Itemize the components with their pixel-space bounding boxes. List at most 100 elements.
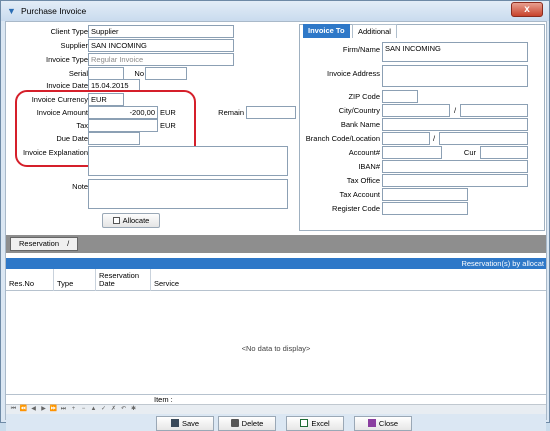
allocate-icon xyxy=(112,217,120,224)
footer-item-label: Item : xyxy=(154,395,173,404)
nav-insert-icon[interactable]: + xyxy=(69,405,78,414)
nav-last-icon[interactable]: ⏭ xyxy=(59,405,68,414)
remain-label: Remain xyxy=(218,108,244,117)
column-header-reservation-date[interactable]: Reservation Date xyxy=(96,269,151,291)
delete-button-label: Delete xyxy=(241,419,264,428)
bank-name-label: Bank Name xyxy=(340,120,380,129)
country-field[interactable] xyxy=(460,104,528,117)
app-icon: ▼ xyxy=(7,6,16,16)
cur-label: Cur xyxy=(463,148,476,157)
allocate-button-label: Allocate xyxy=(122,216,150,225)
city-country-label: City/Country xyxy=(338,106,380,115)
note-label: Note xyxy=(72,182,88,191)
grid-navigator: ⏮ ⏪ ◀ ▶ ⏩ ⏭ + − ▲ ✓ ✗ ↶ ✱ xyxy=(6,404,546,414)
remain-field[interactable] xyxy=(246,106,296,119)
tab-reservation-label: Reservation xyxy=(19,239,60,248)
tab-invoice-to[interactable]: Invoice To xyxy=(303,24,350,38)
close-button[interactable]: Close xyxy=(354,416,412,431)
invoice-address-label: Invoice Address xyxy=(327,69,380,78)
note-field[interactable] xyxy=(88,179,288,209)
invoice-date-label: Invoice Date xyxy=(46,81,88,90)
client-type-label: Client Type xyxy=(50,27,88,36)
title-bar[interactable]: ▼ Purchase Invoice x xyxy=(1,1,549,21)
amount-currency-unit: EUR xyxy=(160,108,176,117)
invoice-currency-field[interactable]: EUR xyxy=(88,93,124,106)
tax-label: Tax xyxy=(76,121,88,130)
column-header-type[interactable]: Type xyxy=(54,269,96,291)
excel-button-label: Excel xyxy=(311,419,330,428)
invoice-type-field[interactable]: Regular Invoice xyxy=(88,53,234,66)
nav-prev-page-icon[interactable]: ⏪ xyxy=(19,405,28,414)
tax-account-label: Tax Account xyxy=(339,190,380,199)
excel-button[interactable]: Excel xyxy=(286,416,344,431)
nav-next-page-icon[interactable]: ⏩ xyxy=(49,405,58,414)
client-type-field[interactable]: Supplier xyxy=(88,25,234,38)
grid-caption: Reservation(s) by allocat xyxy=(6,258,546,269)
save-button[interactable]: Save xyxy=(156,416,214,431)
nav-next-icon[interactable]: ▶ xyxy=(39,405,48,414)
tax-currency-unit: EUR xyxy=(160,121,176,130)
tax-office-field[interactable] xyxy=(382,174,528,187)
grid-footer: Item : xyxy=(6,394,546,404)
invoice-type-label: Invoice Type xyxy=(46,55,88,64)
delete-icon xyxy=(230,419,239,427)
form-area: Client Type Supplier Supplier SAN INCOMI… xyxy=(5,21,547,431)
zip-code-field[interactable] xyxy=(382,90,418,103)
branch-code-field[interactable] xyxy=(382,132,430,145)
nav-prev-icon[interactable]: ◀ xyxy=(29,405,38,414)
save-button-label: Save xyxy=(181,419,200,428)
tab-reservation[interactable]: Reservation / xyxy=(10,237,79,251)
bank-name-field[interactable] xyxy=(382,118,528,131)
nav-delete-icon[interactable]: − xyxy=(79,405,88,414)
register-code-field[interactable] xyxy=(382,202,468,215)
reservation-tab-bar: Reservation / xyxy=(6,235,546,253)
nav-edit-icon[interactable]: ▲ xyxy=(89,405,98,414)
supplier-label: Supplier xyxy=(60,41,88,50)
branch-location-separator: / xyxy=(433,134,436,143)
delete-button[interactable]: Delete xyxy=(218,416,276,431)
iban-field[interactable] xyxy=(382,160,528,173)
tax-account-field[interactable] xyxy=(382,188,468,201)
invoice-currency-label: Invoice Currency xyxy=(31,95,88,104)
no-field[interactable] xyxy=(145,67,187,80)
no-label: No xyxy=(134,69,144,78)
location-field[interactable] xyxy=(439,132,528,145)
cur-field[interactable] xyxy=(480,146,528,159)
city-country-separator: / xyxy=(454,106,457,115)
nav-filter-icon[interactable]: ✱ xyxy=(129,405,138,414)
iban-label: IBAN# xyxy=(358,162,380,171)
tax-field[interactable] xyxy=(88,119,158,132)
due-date-field[interactable] xyxy=(88,132,140,145)
save-icon xyxy=(170,419,179,427)
tax-office-label: Tax Office xyxy=(346,176,380,185)
invoice-amount-label: Invoice Amount xyxy=(36,108,88,117)
supplier-field[interactable]: SAN INCOMING xyxy=(88,39,234,52)
invoice-address-field[interactable] xyxy=(382,65,528,87)
branch-code-location-label: Branch Code/Location xyxy=(305,134,380,143)
nav-refresh-icon[interactable]: ↶ xyxy=(119,405,128,414)
close-door-icon xyxy=(367,419,376,427)
invoice-explanation-label: Invoice Explanation xyxy=(22,148,88,157)
allocate-button[interactable]: Allocate xyxy=(102,213,160,228)
nav-post-icon[interactable]: ✓ xyxy=(99,405,108,414)
window-title: Purchase Invoice xyxy=(21,6,87,16)
firm-name-field[interactable]: SAN INCOMING xyxy=(382,42,528,62)
nav-first-icon[interactable]: ⏮ xyxy=(9,405,18,414)
empty-grid-message: <No data to display> xyxy=(241,344,311,353)
close-window-button[interactable]: x xyxy=(511,2,543,17)
register-code-label: Register Code xyxy=(332,204,380,213)
excel-icon xyxy=(300,419,309,427)
reservation-grid[interactable]: <No data to display> xyxy=(6,291,546,394)
due-date-label: Due Date xyxy=(56,134,88,143)
close-button-label: Close xyxy=(378,419,399,428)
tab-additional[interactable]: Additional xyxy=(352,24,397,38)
nav-cancel-icon[interactable]: ✗ xyxy=(109,405,118,414)
invoice-amount-field[interactable]: -200,00 xyxy=(88,106,158,119)
zip-code-label: ZIP Code xyxy=(348,92,380,101)
city-field[interactable] xyxy=(382,104,450,117)
column-header-res-no[interactable]: Res.No xyxy=(6,269,54,291)
invoice-explanation-field[interactable] xyxy=(88,146,288,176)
account-field[interactable] xyxy=(382,146,442,159)
purchase-invoice-window: ▼ Purchase Invoice x Client Type Supplie… xyxy=(0,0,550,431)
column-header-service[interactable]: Service xyxy=(151,269,546,291)
